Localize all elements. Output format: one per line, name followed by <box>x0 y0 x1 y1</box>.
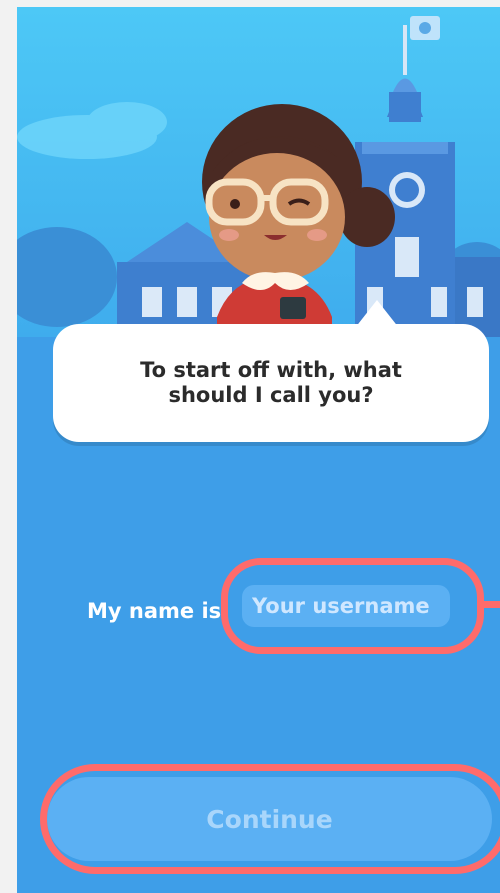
name-label: My name is <box>87 599 222 623</box>
app-screen: To start off with, what should I call yo… <box>17 7 500 893</box>
username-highlight-ring <box>221 558 484 654</box>
highlight-connector-line <box>484 601 500 608</box>
prompt-message: To start off with, what should I call yo… <box>140 358 402 407</box>
flag-icon <box>410 16 440 40</box>
continue-highlight-ring <box>40 764 500 874</box>
speech-bubble: To start off with, what should I call yo… <box>53 324 489 442</box>
name-row: My name is <box>87 592 221 630</box>
